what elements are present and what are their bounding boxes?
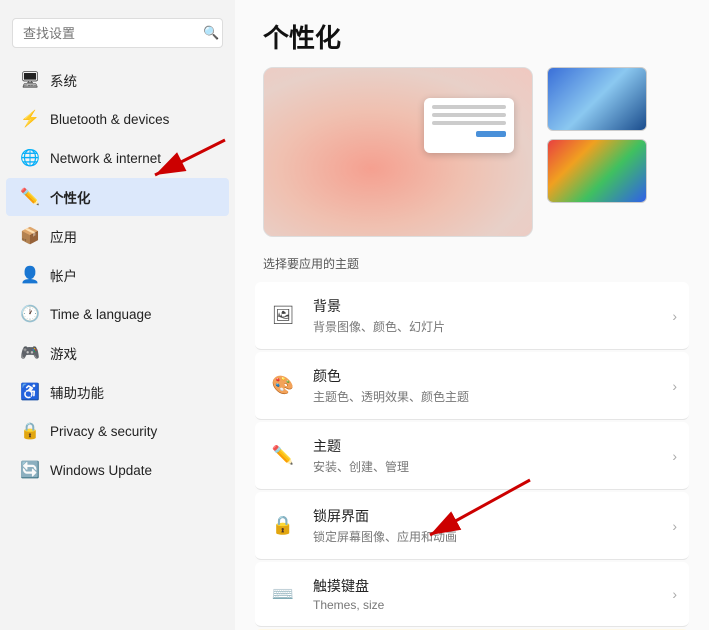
lockscreen-icon: 🔒: [267, 510, 299, 542]
personalization-icon: ✏️: [20, 187, 40, 207]
background-icon: 🖼: [267, 300, 299, 332]
sidebar-item-label-accounts: 帐户: [50, 265, 77, 285]
sidebar-item-system[interactable]: 🖥 系统: [6, 61, 229, 99]
sidebar-item-accounts[interactable]: 👤 帐户: [6, 256, 229, 294]
sidebar-item-label-privacy: Privacy & security: [50, 424, 157, 439]
sidebar-item-privacy[interactable]: 🔒 Privacy & security: [6, 412, 229, 450]
gaming-icon: 🎮: [20, 343, 40, 363]
dialog-button: [476, 131, 506, 137]
search-input[interactable]: [23, 26, 199, 41]
sidebar-item-network[interactable]: 🌐 Network & internet: [6, 139, 229, 177]
network-icon: 🌐: [20, 148, 40, 168]
apps-icon: 📦: [20, 226, 40, 246]
theme-side-previews: [547, 67, 647, 203]
sidebar-item-gaming[interactable]: 🎮 游戏: [6, 334, 229, 372]
theme-preview-main[interactable]: [263, 67, 533, 237]
settings-item-background[interactable]: 🖼 背景背景图像、颜色、幻灯片 ›: [255, 282, 689, 350]
theme-label: 选择要应用的主题: [235, 255, 709, 282]
themes-text: 主题安装、创建、管理: [313, 436, 658, 475]
settings-list: 🖼 背景背景图像、颜色、幻灯片 › 🎨 颜色主题色、透明效果、颜色主题 › ✏️ 主题安装、创…: [235, 282, 709, 630]
accessibility-icon: ♿: [20, 382, 40, 402]
sidebar-item-accessibility[interactable]: ♿ 辅助功能: [6, 373, 229, 411]
background-subtitle: 背景图像、颜色、幻灯片: [313, 318, 658, 335]
theme-option-blue[interactable]: [547, 67, 647, 131]
sidebar-item-label-time: Time & language: [50, 307, 152, 322]
settings-item-color[interactable]: 🎨 颜色主题色、透明效果、颜色主题 ›: [255, 352, 689, 420]
themes-subtitle: 安装、创建、管理: [313, 458, 658, 475]
lockscreen-title: 锁屏界面: [313, 506, 658, 526]
color-subtitle: 主题色、透明效果、颜色主题: [313, 388, 658, 405]
lockscreen-chevron: ›: [672, 518, 677, 534]
sidebar-item-label-accessibility: 辅助功能: [50, 382, 104, 402]
sidebar-item-apps[interactable]: 📦 应用: [6, 217, 229, 255]
settings-item-themes[interactable]: ✏️ 主题安装、创建、管理 ›: [255, 422, 689, 490]
sidebar-item-windows-update[interactable]: 🔄 Windows Update: [6, 451, 229, 489]
themes-title: 主题: [313, 436, 658, 456]
sidebar-item-label-apps: 应用: [50, 226, 77, 246]
sidebar-item-label-personalization: 个性化: [50, 187, 91, 207]
windows-update-icon: 🔄: [20, 460, 40, 480]
theme-section: [235, 67, 709, 255]
sidebar-item-label-network: Network & internet: [50, 151, 161, 166]
system-icon: 🖥: [20, 70, 40, 90]
color-icon: 🎨: [267, 370, 299, 402]
accounts-icon: 👤: [20, 265, 40, 285]
touch-keyboard-subtitle: Themes, size: [313, 598, 658, 612]
lockscreen-subtitle: 锁定屏幕图像、应用和动画: [313, 528, 658, 545]
sidebar-item-personalization[interactable]: ✏️ 个性化: [6, 178, 229, 216]
sidebar-item-time[interactable]: 🕐 Time & language: [6, 295, 229, 333]
theme-preview-dialog: [424, 98, 514, 153]
touch-keyboard-title: 触摸键盘: [313, 576, 658, 596]
dialog-line-1: [432, 105, 506, 109]
sidebar-item-label-windows-update: Windows Update: [50, 463, 152, 478]
sidebar-item-label-system: 系统: [50, 70, 77, 90]
bluetooth-icon: ⚡: [20, 109, 40, 129]
dialog-line-3: [432, 121, 506, 125]
page-title: 个性化: [235, 0, 709, 67]
background-text: 背景背景图像、颜色、幻灯片: [313, 296, 658, 335]
settings-item-touch-keyboard[interactable]: ⌨️ 触摸键盘 Themes, size ›: [255, 562, 689, 627]
search-box[interactable]: 🔍: [12, 18, 223, 48]
color-chevron: ›: [672, 378, 677, 394]
sidebar-item-label-bluetooth: Bluetooth & devices: [50, 112, 169, 127]
time-icon: 🕐: [20, 304, 40, 324]
touch-keyboard-text: 触摸键盘 Themes, size: [313, 576, 658, 612]
sidebar: 🔍 🖥 系统 ⚡ Bluetooth & devices 🌐 Network & inte…: [0, 0, 235, 630]
dialog-line-2: [432, 113, 506, 117]
themes-icon: ✏️: [267, 440, 299, 472]
settings-item-lockscreen[interactable]: 🔒 锁屏界面锁定屏幕图像、应用和动画 ›: [255, 492, 689, 560]
color-text: 颜色主题色、透明效果、颜色主题: [313, 366, 658, 405]
themes-chevron: ›: [672, 448, 677, 464]
sidebar-item-label-gaming: 游戏: [50, 343, 77, 363]
theme-option-colorful[interactable]: [547, 139, 647, 203]
background-title: 背景: [313, 296, 658, 316]
nav-list: 🖥 系统 ⚡ Bluetooth & devices 🌐 Network & intern…: [0, 60, 235, 490]
sidebar-item-bluetooth[interactable]: ⚡ Bluetooth & devices: [6, 100, 229, 138]
main-content: 个性化 选择要应用的主题 �: [235, 0, 709, 630]
touch-keyboard-chevron: ›: [672, 586, 677, 602]
background-chevron: ›: [672, 308, 677, 324]
search-icon: 🔍: [203, 25, 219, 41]
privacy-icon: 🔒: [20, 421, 40, 441]
touch-keyboard-icon: ⌨️: [267, 578, 299, 610]
color-title: 颜色: [313, 366, 658, 386]
lockscreen-text: 锁屏界面锁定屏幕图像、应用和动画: [313, 506, 658, 545]
